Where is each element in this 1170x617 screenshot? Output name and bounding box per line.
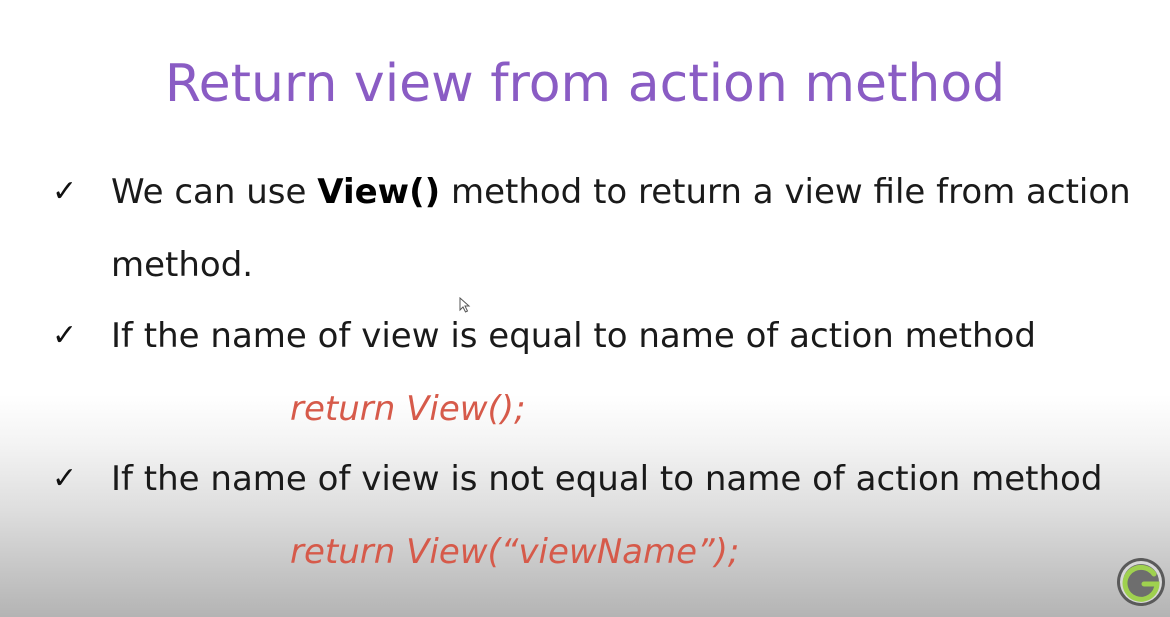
slide: Return view from action method ✓ We can … xyxy=(0,0,1170,617)
bullet-3-text: If the name of view is not equal to name… xyxy=(111,459,1103,499)
check-icon: ✓ xyxy=(52,318,78,353)
mouse-pointer-icon xyxy=(459,297,471,313)
bullet-1-suffix: method to return a view file from action xyxy=(440,172,1131,212)
bullet-1-bold: View() xyxy=(317,172,441,212)
channel-logo-icon xyxy=(1117,558,1165,606)
slide-title: Return view from action method xyxy=(164,54,1006,114)
bullet-3-code: return View(“viewName”); xyxy=(290,532,740,572)
bullet-1-continuation: method. xyxy=(111,245,254,285)
bullet-1-text: We can use View() method to return a vie… xyxy=(111,172,1131,212)
check-icon: ✓ xyxy=(52,174,78,209)
bullet-2-code: return View(); xyxy=(290,389,526,429)
check-icon: ✓ xyxy=(52,461,78,496)
bullet-2-text: If the name of view is equal to name of … xyxy=(111,316,1036,356)
bullet-1-prefix: We can use xyxy=(111,172,318,212)
